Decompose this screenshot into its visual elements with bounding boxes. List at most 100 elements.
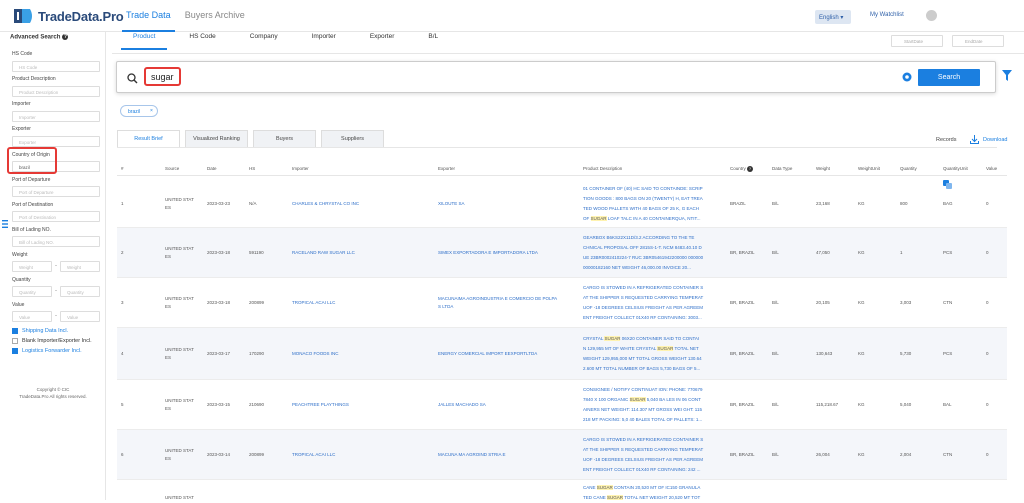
checkbox-checked-icon[interactable] [12, 348, 18, 354]
collapse-sidebar-icon[interactable] [2, 220, 8, 228]
row-source-cont: ES [165, 406, 172, 411]
download-button[interactable]: Download [970, 135, 1007, 144]
quantity-min-input[interactable]: Quantity [12, 286, 52, 297]
language-select[interactable]: English ▾ [815, 10, 851, 24]
table-row[interactable]: 6 UNITED STAT ES 2023-03-14 200899 TROPI… [117, 430, 1007, 480]
tab-suppliers[interactable]: Suppliers [321, 130, 384, 147]
avatar[interactable] [926, 10, 937, 21]
help-icon[interactable]: ? [62, 34, 69, 40]
checkbox-checked-icon[interactable] [12, 328, 18, 334]
start-date-input[interactable]: StartDate [891, 35, 943, 47]
row-importer[interactable]: MONACO FOODS INC [292, 351, 339, 356]
product-description-input[interactable]: Product Description [12, 86, 100, 97]
row-exporter[interactable]: ENERGY COMERCIAL IMPORT EEXPORTLTDA [438, 351, 537, 356]
tab-company[interactable]: Company [250, 33, 278, 40]
weight-max-input[interactable]: Weight [60, 261, 100, 272]
row-product-description[interactable]: CARGO IS STOWED IN A REFRIGERATED CONTAI… [583, 435, 723, 475]
port-of-destination-label: Port of Destination [12, 202, 54, 208]
row-exporter[interactable]: MACUNAIMA AGROINDUSTRIA E COMERCIO DE PO… [438, 296, 557, 301]
tab-importer[interactable]: Importer [312, 33, 336, 40]
end-date-input[interactable]: EndDate [952, 35, 1004, 47]
row-data-type: B/L [772, 351, 779, 356]
filter-icon[interactable] [1002, 70, 1012, 81]
checkbox-unchecked-icon[interactable] [12, 338, 18, 344]
row-product-description[interactable]: CARGO IS STOWED IN A REFRIGERATED CONTAI… [583, 283, 723, 323]
bill-of-lading-input[interactable]: Bill of Lading NO. [12, 236, 100, 247]
desc-line: 01 CONTAINER OF (40) HC SAID TO CONTAIND… [583, 186, 703, 191]
search-button[interactable]: Search [918, 69, 980, 86]
close-icon[interactable]: × [150, 108, 153, 114]
logo[interactable]: TradeData.Pro [14, 7, 124, 25]
row-value: 0 [986, 300, 989, 305]
row-source-cont: ES [165, 304, 172, 309]
value-min-input[interactable]: Value [12, 311, 52, 322]
row-exporter-cont[interactable]: S LTDA [438, 304, 453, 309]
row-importer[interactable]: PEACHTREE PLAYTHINGS [292, 402, 349, 407]
row-country: BR, BRAZIL [730, 402, 755, 407]
hs-code-input[interactable]: HS Code [12, 61, 100, 72]
exporter-input[interactable]: Exporter [12, 136, 100, 147]
weight-min-input[interactable]: Weight [12, 261, 52, 272]
row-source: UNITED STAT [165, 197, 194, 202]
top-bar: TradeData.Pro Trade Data Buyers Archive … [0, 0, 1024, 32]
row-data-type: B/L [772, 250, 779, 255]
row-importer[interactable]: TROPICAL ACAI LLC [292, 300, 335, 305]
table-row[interactable]: 1 UNITED STAT ES 2023-03-23 N/A CHARLES … [117, 180, 1007, 228]
image-search-icon[interactable] [902, 72, 912, 82]
row-product-description[interactable]: CANE SUGAR CONTAIN 20,520 MT OF IC150 GR… [583, 483, 723, 503]
row-product-description[interactable]: CONSIGNEE / NOTIFY CONTINUAT ION: PHONE:… [583, 385, 723, 425]
tab-buyers[interactable]: Buyers [253, 130, 316, 147]
tab-visualized-ranking[interactable]: Visualized Ranking [185, 130, 248, 147]
range-dash: - [55, 313, 57, 319]
port-of-departure-input[interactable]: Port of Departure [12, 186, 100, 197]
logo-text: TradeData.Pro [38, 8, 124, 24]
keyword-highlight: SUGAR [657, 346, 674, 351]
tab-bl[interactable]: B/L [428, 33, 438, 40]
row-product-description[interactable]: CRYSTAL SUGAR 06X20 CONTAINER SAID TO CO… [583, 334, 723, 374]
watchlist-link[interactable]: My Watchlist [870, 12, 904, 18]
importer-input[interactable]: Importer [12, 111, 100, 122]
table-row[interactable]: 3 UNITED STAT ES 2023-03-18 200899 TROPI… [117, 278, 1007, 328]
desc-line: TED WOOD PALLETS WITH 40 BAGS OF 25 K, G… [583, 206, 699, 211]
row-exporter[interactable]: XILOUTE SA [438, 201, 465, 206]
desc-text: CRYSTAL [583, 336, 605, 341]
port-of-departure-label: Port of Departure [12, 177, 51, 183]
table-row[interactable]: 5 UNITED STAT ES 2023-03-15 210690 PEACH… [117, 380, 1007, 430]
table-row[interactable]: 4 UNITED STAT ES 2023-03-17 170290 MONAC… [117, 328, 1007, 380]
row-exporter[interactable]: JALLES MACHADO SA [438, 402, 486, 407]
nav-buyers-archive[interactable]: Buyers Archive [185, 10, 245, 20]
row-hs: 591190 [249, 250, 264, 255]
row-importer[interactable]: RACELAND RAW SUGAR LLC [292, 250, 355, 255]
row-quantity-unit: PCS [943, 250, 953, 255]
row-exporter[interactable]: MACUNA MA AGROIND STRIA E [438, 452, 506, 457]
logistics-forwarder-checkbox[interactable]: Logistics Forwarder Incl. [12, 348, 82, 354]
col-exporter: Exporter [438, 166, 456, 171]
search-icon [127, 73, 138, 84]
row-exporter[interactable]: SIMEX EXPORTADORA E IMPORTADORA LTDA [438, 250, 538, 255]
tab-product[interactable]: Product [120, 33, 169, 50]
row-value: 0 [986, 351, 989, 356]
row-importer[interactable]: CHARLES & CHRYSTAL CO INC [292, 201, 359, 206]
blank-importer-exporter-checkbox[interactable]: Blank Importer/Exporter Incl. [12, 338, 92, 344]
desc-text: CONTAIN 20,520 MT OF IC150 GRANULA [612, 485, 701, 490]
quantity-max-input[interactable]: Quantity [60, 286, 100, 297]
copyright-line-2: TradeData.Pro All rights reserved. [19, 394, 87, 399]
port-of-destination-input[interactable]: Port of Destination [12, 211, 100, 222]
row-product-description[interactable]: GEARBOX B6KS22X11D/3.2 ACCORDING TO THE … [583, 233, 723, 273]
table-row[interactable]: 2 UNITED STAT ES 2023-03-18 591190 RACEL… [117, 228, 1007, 278]
shipping-data-checkbox[interactable]: Shipping Data Incl. [12, 328, 68, 334]
nav-trade-data[interactable]: Trade Data [122, 10, 175, 32]
table-row[interactable]: UNITED STAT CANE SUGAR CONTAIN 20,520 MT… [117, 480, 1007, 500]
info-icon[interactable]: ? [747, 166, 754, 172]
desc-line: 2.600 MT TOTAL NUMBER OF BAGS 5,730 BAGS… [583, 366, 701, 371]
row-product-description[interactable]: 01 CONTAINER OF (40) HC SAID TO CONTAIND… [583, 184, 723, 224]
row-importer[interactable]: TROPICAL ACAI LLC [292, 452, 335, 457]
tab-exporter[interactable]: Exporter [370, 33, 395, 40]
tab-result-brief[interactable]: Result Brief [117, 130, 180, 147]
row-weight-unit: KG [858, 452, 865, 457]
tab-hs-code[interactable]: HS Code [189, 33, 215, 40]
value-max-input[interactable]: Value [60, 311, 100, 322]
row-data-type: B/L [772, 402, 779, 407]
row-weight: 26,004 [816, 452, 830, 457]
row-country: BR, BRAZIL [730, 351, 755, 356]
